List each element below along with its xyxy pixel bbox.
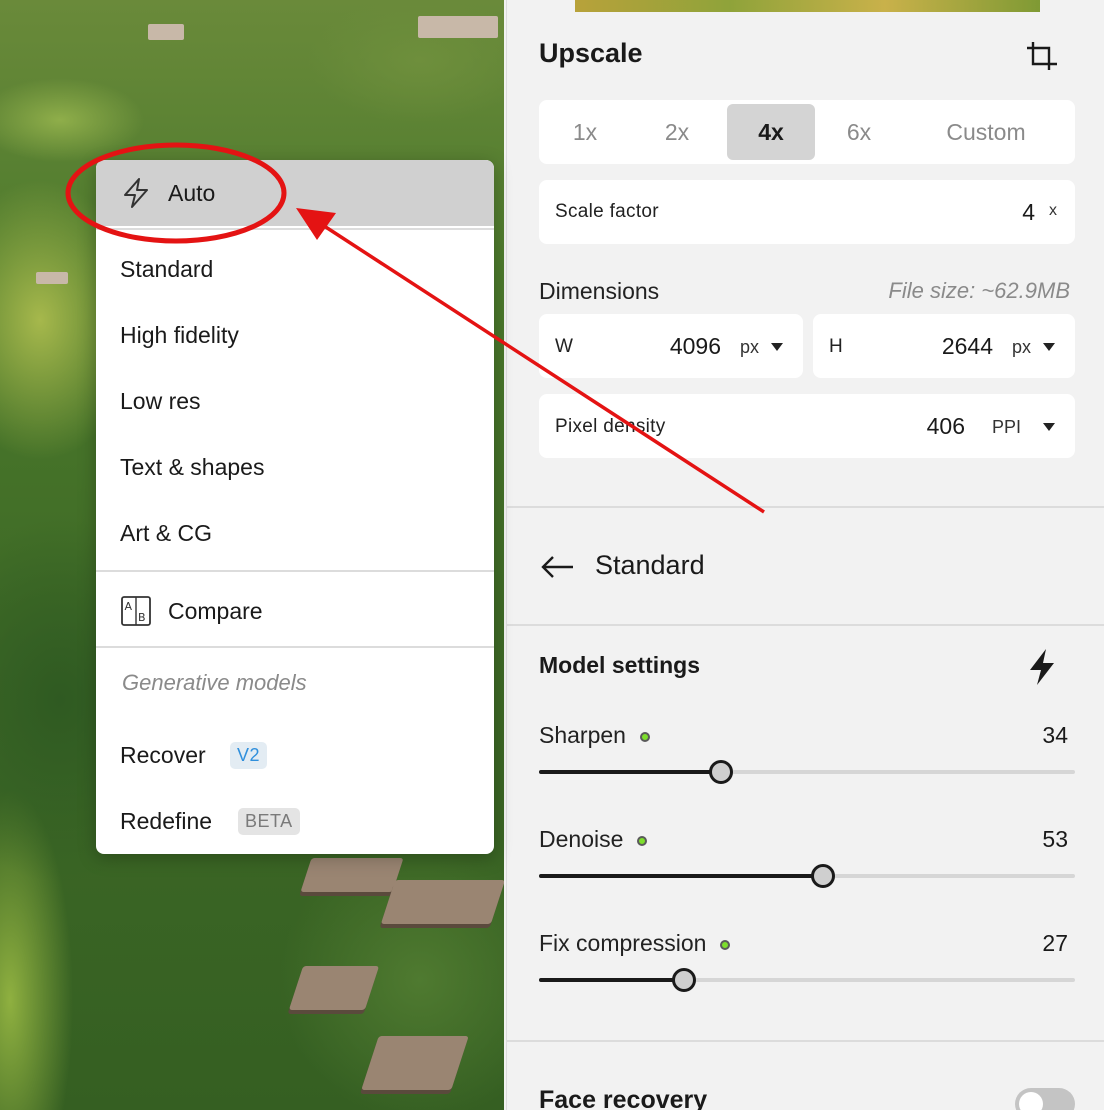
status-dot-icon (639, 731, 650, 742)
menu-item-label: Text & shapes (120, 453, 265, 480)
ab-compare-icon: A B (121, 596, 151, 626)
scale-factor-label: Scale factor (555, 201, 659, 222)
pixel-density-value: 406 (926, 413, 965, 439)
scale-option-custom[interactable]: Custom (911, 104, 1061, 160)
file-size-estimate: File size: ~62.9MB (888, 278, 1070, 303)
menu-item-label: Low res (120, 387, 201, 414)
menu-item-label: Redefine (120, 807, 213, 834)
slider-fill (539, 978, 684, 982)
slider-handle[interactable] (672, 968, 696, 992)
fix-compression-label: Fix compression (539, 930, 731, 957)
height-unit: px (1011, 337, 1031, 357)
pixel-density-dropdown-icon[interactable] (1043, 423, 1055, 431)
menu-item-compare[interactable]: A B Compare (96, 578, 494, 644)
face-recovery-toggle[interactable] (1015, 1088, 1075, 1110)
menu-divider (96, 228, 494, 230)
menu-item-label: Standard (120, 255, 214, 282)
width-label: W (555, 336, 574, 357)
dimensions-label: Dimensions (539, 278, 660, 304)
scale-factor-value: 4 (1022, 199, 1035, 225)
menu-item-recover[interactable]: Recover V2 (96, 722, 494, 788)
menu-item-text-shapes[interactable]: Text & shapes (96, 434, 494, 500)
menu-item-standard[interactable]: Standard (96, 236, 494, 302)
width-field[interactable]: W 4096 px (539, 314, 803, 378)
denoise-value: 53 (1042, 826, 1068, 852)
width-value: 4096 (669, 333, 721, 359)
scale-segmented-control: 1x 2x 4x 6x Custom (539, 100, 1075, 164)
svg-text:A: A (125, 600, 133, 613)
selected-model-name[interactable]: Standard (595, 550, 705, 581)
fix-compression-slider[interactable] (539, 968, 1075, 992)
version-badge: V2 (230, 741, 268, 769)
width-unit: px (739, 337, 759, 357)
width-unit-dropdown-icon[interactable] (771, 343, 783, 351)
height-field[interactable]: H 2644 px (813, 314, 1075, 378)
menu-item-art-cg[interactable]: Art & CG (96, 500, 494, 566)
crop-icon[interactable] (1025, 40, 1059, 74)
scale-option-6x[interactable]: 6x (819, 104, 899, 160)
menu-item-label: Recover (120, 741, 206, 768)
pixel-density-field[interactable]: Pixel density 406 PPI (539, 394, 1075, 458)
slider-handle[interactable] (811, 864, 835, 888)
slider-fill (539, 874, 823, 878)
menu-item-label: High fidelity (120, 321, 239, 348)
height-label: H (829, 336, 844, 357)
scale-factor-field[interactable]: Scale factor 4 x (539, 180, 1075, 244)
scale-option-2x[interactable]: 2x (635, 104, 719, 160)
sharpen-slider[interactable] (539, 760, 1075, 784)
image-thumbnail[interactable] (575, 0, 1040, 12)
height-unit-dropdown-icon[interactable] (1043, 343, 1055, 351)
slider-handle[interactable] (709, 760, 733, 784)
section-divider (507, 506, 1104, 508)
slider-fill (539, 770, 721, 774)
menu-item-redefine[interactable]: Redefine BETA (96, 788, 494, 854)
model-settings-title: Model settings (539, 652, 701, 678)
arrow-left-icon[interactable] (539, 552, 575, 582)
upscale-panel: Upscale 1x 2x 4x 6x Custom Scale factor … (506, 0, 1104, 1110)
menu-item-high-fidelity[interactable]: High fidelity (96, 302, 494, 368)
lightning-outline-icon (124, 178, 148, 208)
menu-item-label: Auto (168, 179, 216, 206)
svg-text:B: B (138, 611, 146, 624)
model-dropdown-menu: Auto Standard High fidelity Low res Text… (96, 160, 494, 854)
beta-badge: BETA (238, 807, 300, 835)
menu-item-low-res[interactable]: Low res (96, 368, 494, 434)
sharpen-label: Sharpen (539, 722, 650, 749)
menu-item-label: Art & CG (120, 519, 213, 546)
fix-compression-value: 27 (1042, 930, 1068, 956)
pixel-density-unit: PPI (991, 417, 1021, 437)
sharpen-value: 34 (1042, 722, 1068, 748)
denoise-slider[interactable] (539, 864, 1075, 888)
generative-models-heading: Generative models (122, 670, 307, 695)
scale-option-4x[interactable]: 4x (727, 104, 815, 160)
section-divider (507, 624, 1104, 626)
menu-item-auto[interactable]: Auto (96, 160, 494, 226)
face-recovery-title: Face recovery (539, 1086, 708, 1110)
panel-title: Upscale (539, 38, 643, 68)
status-dot-icon (720, 939, 731, 950)
section-divider (507, 1040, 1104, 1042)
pixel-density-label: Pixel density (555, 416, 666, 437)
lightning-bolt-icon[interactable] (1025, 648, 1059, 686)
menu-divider (96, 646, 494, 648)
scale-option-1x[interactable]: 1x (543, 104, 627, 160)
menu-divider (96, 570, 494, 572)
scale-factor-unit: x (1049, 202, 1057, 219)
denoise-label: Denoise (539, 826, 648, 853)
menu-item-label: Compare (168, 597, 263, 624)
status-dot-icon (637, 835, 648, 846)
height-value: 2644 (941, 333, 993, 359)
